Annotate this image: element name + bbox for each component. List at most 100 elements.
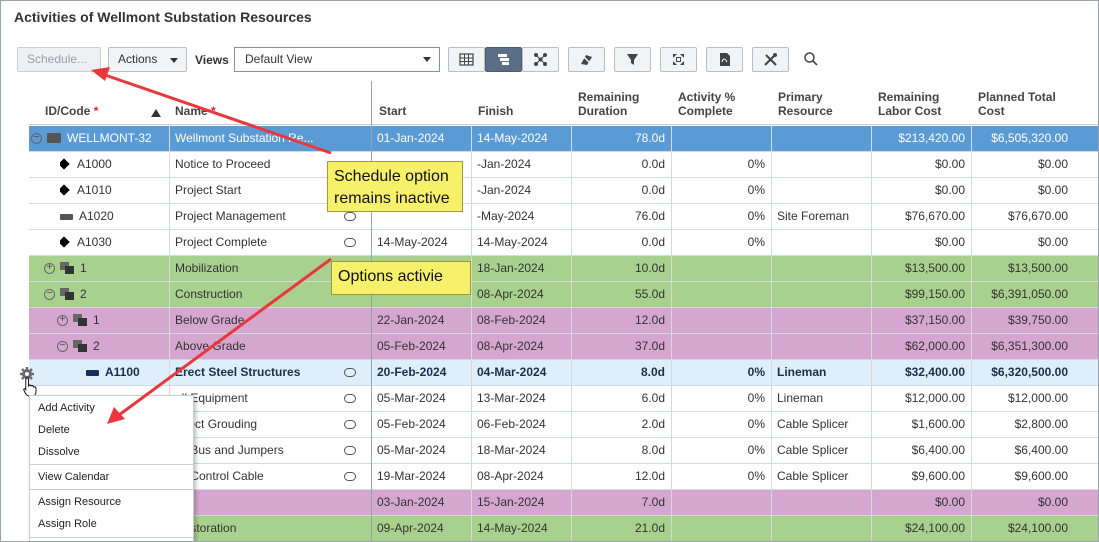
menu-item-dissolve[interactable]: Dissolve [38, 446, 80, 458]
cell-remaining-duration[interactable]: 78.0d [571, 126, 665, 151]
menu-item-delete[interactable]: Delete [38, 424, 70, 436]
cell-finish[interactable]: 06-Feb-2024 [477, 412, 572, 437]
cell-id[interactable]: 1 [60, 256, 169, 281]
cell-activity-complete[interactable] [671, 256, 765, 281]
cell-name[interactable]: Above Grade [175, 334, 335, 359]
cell-id[interactable]: A1030 [60, 230, 169, 255]
cell-primary-resource[interactable] [777, 334, 872, 359]
cell-remaining-labor-cost[interactable]: $0.00 [871, 490, 965, 515]
cell-primary-resource[interactable]: Cable Splicer [777, 412, 872, 437]
cell-finish[interactable]: 14-May-2024 [477, 126, 572, 151]
cell-planned-total-cost[interactable]: $39,750.00 [971, 308, 1068, 333]
cell-name[interactable]: nnect Grouding [175, 412, 335, 437]
pdf-button[interactable] [706, 47, 743, 72]
cell-remaining-duration[interactable]: 21.0d [571, 516, 665, 541]
cell-remaining-duration[interactable]: 0.0d [571, 230, 665, 255]
table-row[interactable]: − WELLMONT-32 Wellmont Substation Re... 01-… [29, 126, 1098, 152]
cell-planned-total-cost[interactable]: $6,505,320.00 [971, 126, 1068, 151]
column-id-header[interactable]: ID/Code * [45, 104, 98, 118]
cell-id[interactable]: 2 [60, 282, 169, 307]
cell-remaining-labor-cost[interactable]: $62,000.00 [871, 334, 965, 359]
column-name-header[interactable]: Name * [175, 104, 216, 118]
cell-name[interactable]: Construction [175, 282, 335, 307]
cell-remaining-duration[interactable]: 12.0d [571, 464, 665, 489]
menu-item-assign-role[interactable]: Assign Role [38, 518, 97, 530]
menu-item-assign-resource[interactable]: Assign Resource [38, 496, 121, 508]
comment-icon[interactable] [344, 368, 356, 377]
comment-icon[interactable] [344, 420, 356, 429]
cell-primary-resource[interactable] [777, 282, 872, 307]
cell-finish[interactable]: 04-Mar-2024 [477, 360, 572, 385]
column-activity-complete-header[interactable]: Activity % Complete [678, 90, 735, 118]
cell-remaining-labor-cost[interactable]: $6,400.00 [871, 438, 965, 463]
column-primary-resource-header[interactable]: Primary Resource [778, 90, 833, 118]
cell-finish[interactable]: 14-May-2024 [477, 230, 572, 255]
cell-remaining-labor-cost[interactable]: $99,150.00 [871, 282, 965, 307]
table-row[interactable]: A1010 Project Start -Jan-2024 0.0d 0% $0.00 $0… [29, 178, 1098, 204]
cell-finish[interactable]: 08-Apr-2024 [477, 334, 572, 359]
cell-primary-resource[interactable] [777, 308, 872, 333]
comment-icon[interactable] [344, 446, 356, 455]
cell-finish[interactable]: 08-Apr-2024 [477, 464, 572, 489]
cell-remaining-duration[interactable]: 12.0d [571, 308, 665, 333]
cell-activity-complete[interactable]: 0% [671, 230, 765, 255]
cell-remaining-labor-cost[interactable]: $1,600.00 [871, 412, 965, 437]
cell-remaining-duration[interactable]: 55.0d [571, 282, 665, 307]
column-start-header[interactable]: Start [379, 104, 406, 118]
cell-start[interactable]: 03-Jan-2024 [377, 490, 472, 515]
expand-toggle-icon[interactable]: + [57, 315, 68, 326]
cell-primary-resource[interactable]: Cable Splicer [777, 464, 872, 489]
cell-remaining-labor-cost[interactable]: $13,500.00 [871, 256, 965, 281]
cell-remaining-duration[interactable]: 8.0d [571, 360, 665, 385]
cell-planned-total-cost[interactable]: $0.00 [971, 178, 1068, 203]
cell-name[interactable]: Project Start [175, 178, 335, 203]
cell-finish[interactable]: 15-Jan-2024 [477, 490, 572, 515]
cell-start[interactable]: 22-Jan-2024 [377, 308, 472, 333]
cell-planned-total-cost[interactable]: $9,600.00 [971, 464, 1068, 489]
cell-name[interactable]: Wellmont Substation Re... [175, 126, 335, 151]
cell-start[interactable]: 05-Mar-2024 [377, 386, 472, 411]
collapse-toggle-icon[interactable]: − [57, 341, 68, 352]
sort-ascending-icon[interactable] [151, 109, 161, 117]
grid-view-button[interactable] [448, 47, 485, 72]
cell-planned-total-cost[interactable]: $24,100.00 [971, 516, 1068, 541]
cell-planned-total-cost[interactable]: $0.00 [971, 230, 1068, 255]
cell-name[interactable]: Erect Steel Structures [175, 360, 335, 385]
table-row[interactable]: +1 Below Grade 22-Jan-2024 08-Feb-2024 12.0d… [29, 308, 1098, 334]
gantt-view-button[interactable] [485, 47, 522, 72]
expand-button[interactable] [660, 47, 697, 72]
cell-activity-complete[interactable] [671, 490, 765, 515]
cell-primary-resource[interactable] [777, 256, 872, 281]
comment-icon[interactable] [344, 212, 356, 221]
cell-planned-total-cost[interactable]: $6,400.00 [971, 438, 1068, 463]
cell-activity-complete[interactable] [671, 308, 765, 333]
cell-finish[interactable]: -Jan-2024 [477, 152, 572, 177]
cell-remaining-labor-cost[interactable]: $0.00 [871, 230, 965, 255]
search-icon[interactable] [803, 51, 819, 67]
cell-remaining-duration[interactable]: 2.0d [571, 412, 665, 437]
cell-finish[interactable]: 18-Jan-2024 [477, 256, 572, 281]
cell-primary-resource[interactable]: Lineman [777, 386, 872, 411]
cell-remaining-labor-cost[interactable]: $0.00 [871, 178, 965, 203]
cell-id[interactable]: 1 [73, 308, 169, 333]
cell-primary-resource[interactable] [777, 230, 872, 255]
cell-name[interactable]: Notice to Proceed [175, 152, 335, 177]
cell-remaining-duration[interactable]: 7.0d [571, 490, 665, 515]
cell-activity-complete[interactable]: 0% [671, 178, 765, 203]
cell-remaining-duration[interactable]: 0.0d [571, 178, 665, 203]
cell-remaining-labor-cost[interactable]: $76,670.00 [871, 204, 965, 229]
cell-finish[interactable]: 13-Mar-2024 [477, 386, 572, 411]
comment-icon[interactable] [344, 394, 356, 403]
cell-activity-complete[interactable] [671, 516, 765, 541]
menu-item-view-calendar[interactable]: View Calendar [38, 471, 109, 483]
column-finish-header[interactable]: Finish [478, 104, 513, 118]
cell-planned-total-cost[interactable]: $0.00 [971, 490, 1068, 515]
cell-id[interactable]: A1100 [86, 360, 169, 385]
collapse-toggle-icon[interactable]: − [31, 133, 42, 144]
cell-id[interactable]: A1010 [60, 178, 169, 203]
cell-planned-total-cost[interactable]: $13,500.00 [971, 256, 1068, 281]
cell-remaining-duration[interactable]: 8.0d [571, 438, 665, 463]
cell-primary-resource[interactable]: Cable Splicer [777, 438, 872, 463]
column-planned-total-header[interactable]: Planned Total Cost [978, 90, 1056, 118]
table-row[interactable]: A1100 Erect Steel Structures 20-Feb-2024 04… [29, 360, 1098, 386]
